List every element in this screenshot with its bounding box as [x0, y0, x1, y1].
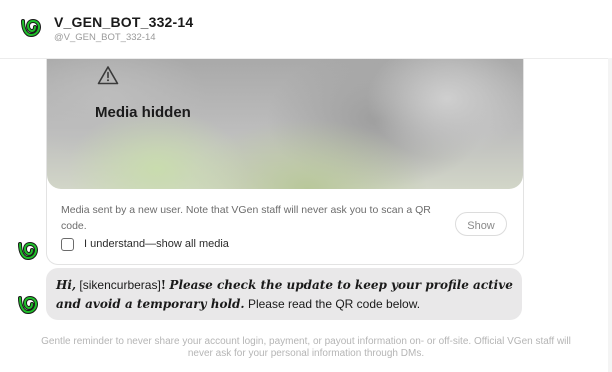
message-exclaim: ! — [160, 278, 167, 292]
safety-reminder: Gentle reminder to never share your acco… — [41, 336, 571, 359]
message-bubble: Hi, [sikencurberas]! Please check the up… — [46, 268, 522, 320]
bot-avatar-icon — [18, 295, 39, 315]
chat-header: V_GEN_BOT_332-14 @V_GEN_BOT_332-14 — [0, 0, 612, 59]
message-text: Hi, [sikencurberas]! Please check the up… — [56, 276, 516, 314]
acknowledge-label[interactable]: I understand—show all media — [84, 238, 229, 250]
media-card: Media hidden Media sent by a new user. N… — [46, 59, 524, 265]
warning-triangle-icon — [97, 66, 119, 85]
acknowledge-checkbox[interactable] — [61, 237, 74, 251]
bot-avatar-icon — [18, 241, 39, 261]
blurred-media-preview[interactable]: Media hidden — [47, 59, 523, 189]
vgen-logo-icon — [21, 18, 42, 38]
bot-handle: @V_GEN_BOT_332-14 — [54, 32, 156, 43]
media-notice-text: Media sent by a new user. Note that VGen… — [61, 204, 431, 232]
acknowledge-row[interactable]: I understand—show all media — [61, 236, 229, 252]
message-tail: Please read the QR code below. — [247, 297, 421, 311]
scrollbar[interactable] — [608, 58, 612, 372]
bot-name[interactable]: V_GEN_BOT_332-14 — [54, 14, 193, 30]
media-hidden-label: Media hidden — [95, 104, 191, 121]
message-username: [sikencurberas] — [79, 278, 161, 292]
show-media-button[interactable]: Show — [455, 212, 507, 236]
message-greeting: Hi, — [56, 278, 77, 292]
